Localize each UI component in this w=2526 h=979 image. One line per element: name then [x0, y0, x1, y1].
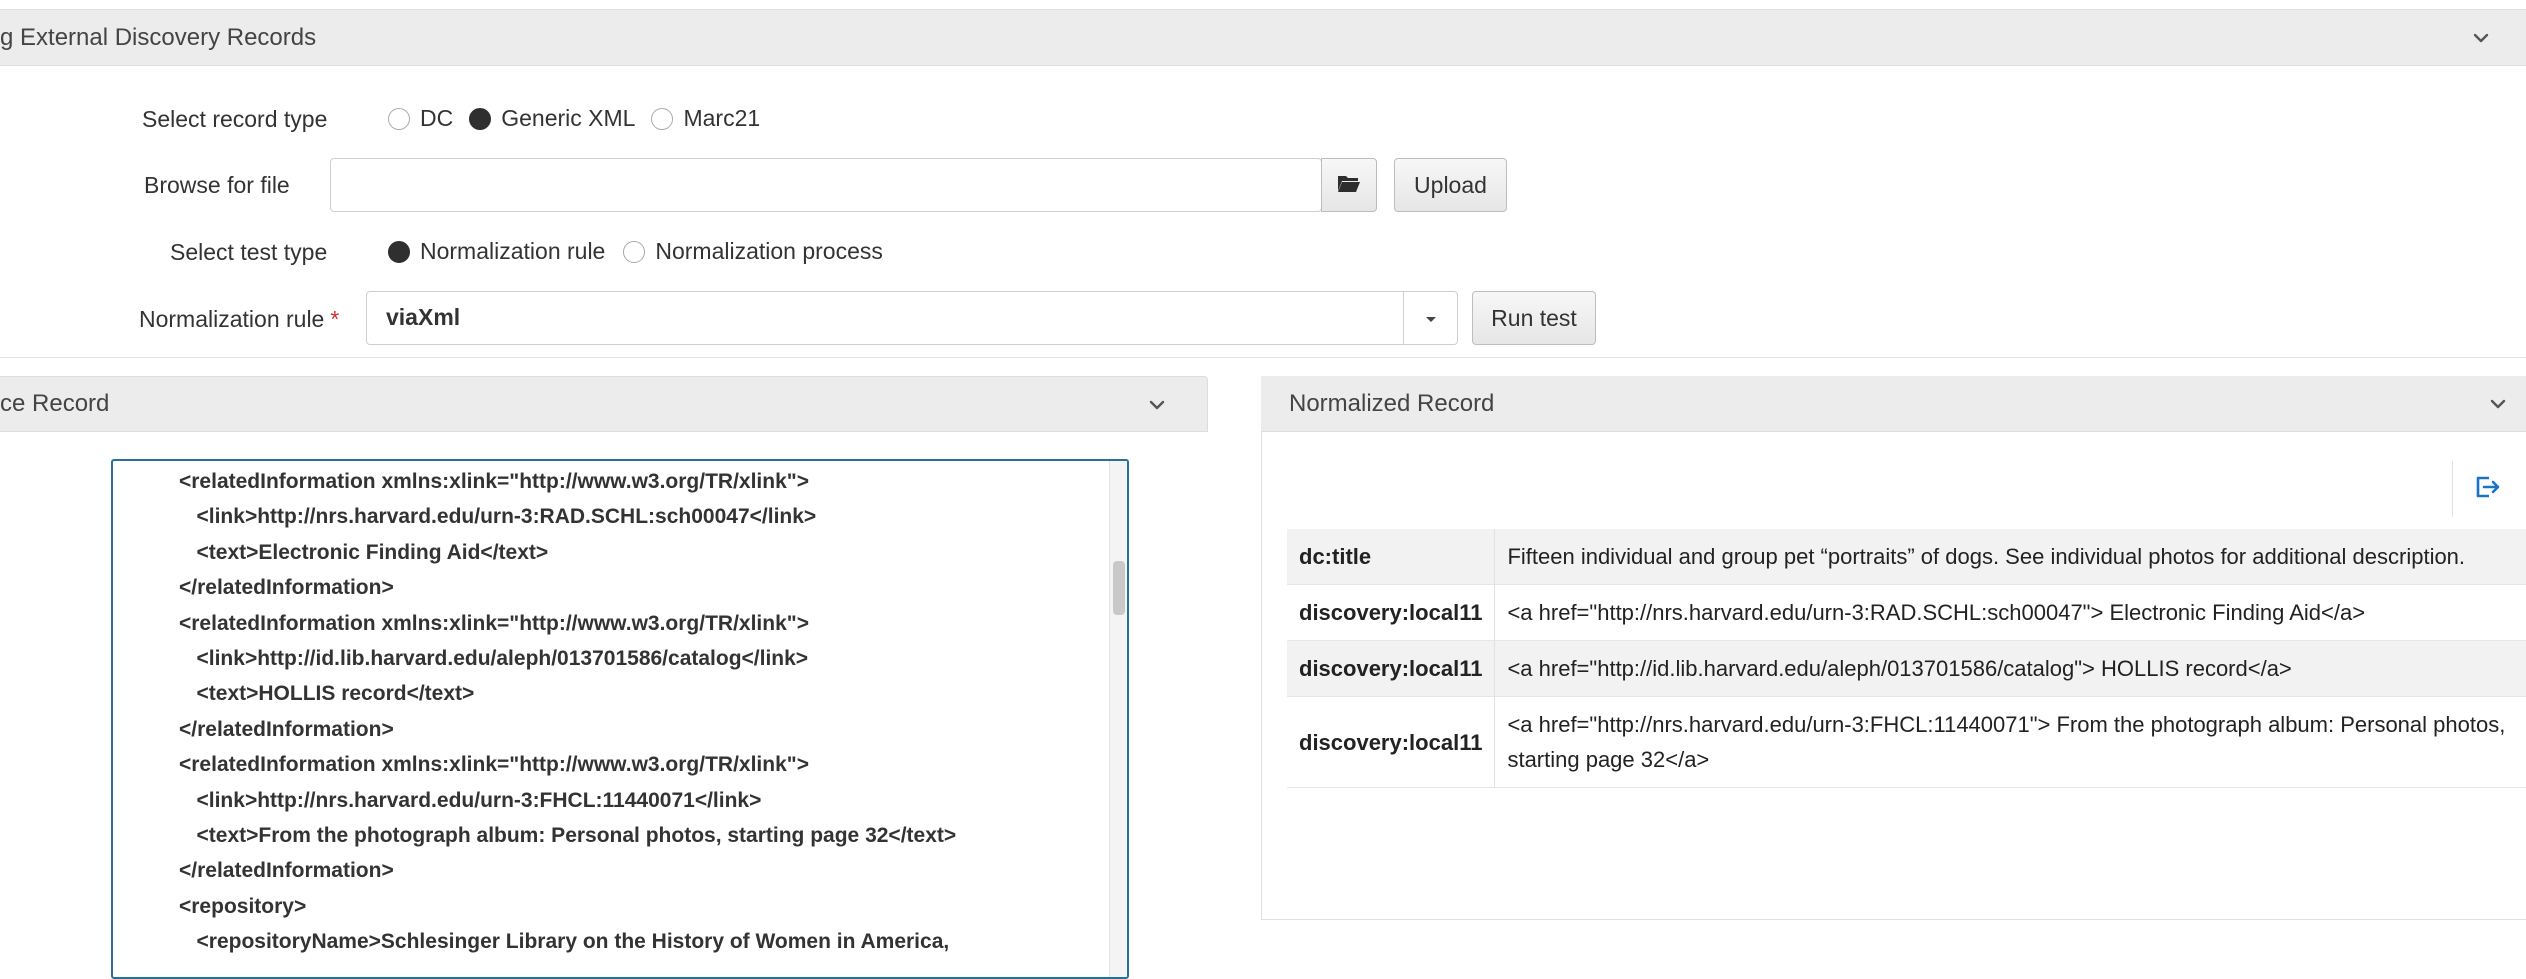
field-key: discovery:local11 [1287, 640, 1496, 697]
xml-scrollbar[interactable] [1109, 461, 1127, 977]
field-key: discovery:local11 [1287, 584, 1496, 641]
radio-marc21[interactable]: Marc21 [651, 105, 760, 132]
table-row: discovery:local11 <a href="http://nrs.ha… [1287, 584, 2526, 641]
radio-button[interactable] [651, 107, 674, 130]
radio-label: Generic XML [501, 105, 636, 131]
chevron-down-icon[interactable] [1147, 395, 1167, 415]
run-test-label: Run test [1491, 304, 1577, 331]
table-row: dc:title Fifteen individual and group pe… [1287, 529, 2526, 585]
table-row: discovery:local11 <a href="http://id.lib… [1287, 640, 2526, 697]
xml-line: </relatedInformation> [179, 576, 394, 600]
normalization-rule-select[interactable]: viaXml [366, 291, 1458, 345]
xml-line: <repositoryName>Schlesinger Library on t… [179, 930, 950, 954]
panel-title: g External Discovery Records [0, 23, 317, 51]
normalization-rule-label: Normalization rule * [139, 306, 339, 333]
test-type-label: Select test type [170, 239, 328, 265]
field-value: <a href="http://nrs.harvard.edu/urn-3:RA… [1494, 584, 2526, 641]
chevron-down-icon[interactable] [2471, 28, 2491, 48]
field-value: Fifteen individual and group pet “portra… [1494, 529, 2526, 585]
field-key: dc:title [1287, 529, 1496, 585]
xml-scrollbar-thumb[interactable] [1113, 561, 1125, 615]
record-type-radio-group: DC Generic XML Marc21 [388, 105, 782, 132]
radio-dc[interactable]: DC [388, 105, 453, 132]
panel-header-source-record[interactable]: ce Record [0, 376, 1208, 432]
radio-button[interactable] [388, 107, 410, 130]
radio-label: DC [420, 105, 454, 131]
xml-line: <link>http://nrs.harvard.edu/urn-3:FHCL:… [179, 788, 762, 812]
rule-select-value: viaXml [386, 304, 461, 330]
radio-normalization-rule[interactable]: Normalization rule [388, 238, 605, 265]
radio-button[interactable] [469, 107, 492, 130]
radio-button[interactable] [623, 240, 646, 263]
panel-header-test-records[interactable]: g External Discovery Records [0, 9, 2526, 66]
radio-label: Normalization process [655, 238, 883, 264]
panel-header-normalized-record[interactable]: Normalized Record [1261, 376, 2526, 432]
radio-label: Normalization rule [420, 238, 606, 264]
xml-line: <relatedInformation xmlns:xlink="http://… [179, 753, 809, 777]
xml-line: </relatedInformation> [179, 717, 394, 741]
xml-line: <relatedInformation xmlns:xlink="http://… [179, 470, 809, 493]
field-key: discovery:local11 [1287, 696, 1496, 788]
normalized-record-panel: Normalized Record dc:title Fifteen indiv… [1261, 376, 2526, 920]
browse-button[interactable] [1321, 158, 1377, 212]
run-test-button[interactable]: Run test [1472, 291, 1596, 345]
panel-title: ce Record [0, 390, 110, 417]
radio-generic-xml[interactable]: Generic XML [469, 105, 635, 132]
radio-normalization-process[interactable]: Normalization process [623, 238, 883, 265]
upload-label: Upload [1414, 171, 1487, 198]
panel-title: Normalized Record [1289, 389, 1495, 417]
xml-line: <text>Electronic Finding Aid</text> [179, 540, 549, 564]
radio-button[interactable] [388, 240, 410, 263]
xml-line: <link>http://id.lib.harvard.edu/aleph/01… [179, 646, 809, 670]
field-value: <a href="http://nrs.harvard.edu/urn-3:FH… [1494, 696, 2526, 788]
toolbar-divider [2452, 461, 2453, 517]
required-mark: * [330, 306, 340, 332]
xml-content: <relatedInformation xmlns:xlink="http://… [179, 464, 1099, 959]
section-divider [0, 357, 2526, 358]
record-type-label: Select record type [142, 106, 328, 132]
file-path-input[interactable] [330, 158, 1322, 212]
xml-line: <link>http://nrs.harvard.edu/urn-3:RAD.S… [179, 505, 817, 529]
export-icon[interactable] [2473, 473, 2501, 506]
dropdown-divider [1403, 292, 1404, 344]
source-xml-textarea[interactable]: <relatedInformation xmlns:xlink="http://… [111, 459, 1129, 979]
xml-line: <relatedInformation xmlns:xlink="http://… [179, 611, 809, 635]
upload-button[interactable]: Upload [1394, 158, 1507, 212]
chevron-down-icon[interactable] [2488, 394, 2508, 414]
rule-label-text: Normalization rule [139, 306, 325, 332]
caret-down-icon[interactable] [1424, 312, 1438, 330]
table-row: discovery:local11 <a href="http://nrs.ha… [1287, 696, 2526, 788]
xml-line: <text>HOLLIS record</text> [179, 682, 475, 706]
browse-file-label: Browse for file [144, 172, 290, 198]
folder-icon [1337, 172, 1361, 199]
field-value: <a href="http://id.lib.harvard.edu/aleph… [1494, 640, 2526, 697]
xml-line: <text>From the photograph album: Persona… [179, 823, 957, 847]
xml-line: </relatedInformation> [179, 859, 394, 883]
test-type-radio-group: Normalization rule Normalization process [388, 238, 905, 265]
normalized-record-table: dc:title Fifteen individual and group pe… [1287, 529, 2526, 788]
radio-label: Marc21 [683, 105, 761, 131]
xml-line: <repository> [179, 894, 307, 918]
